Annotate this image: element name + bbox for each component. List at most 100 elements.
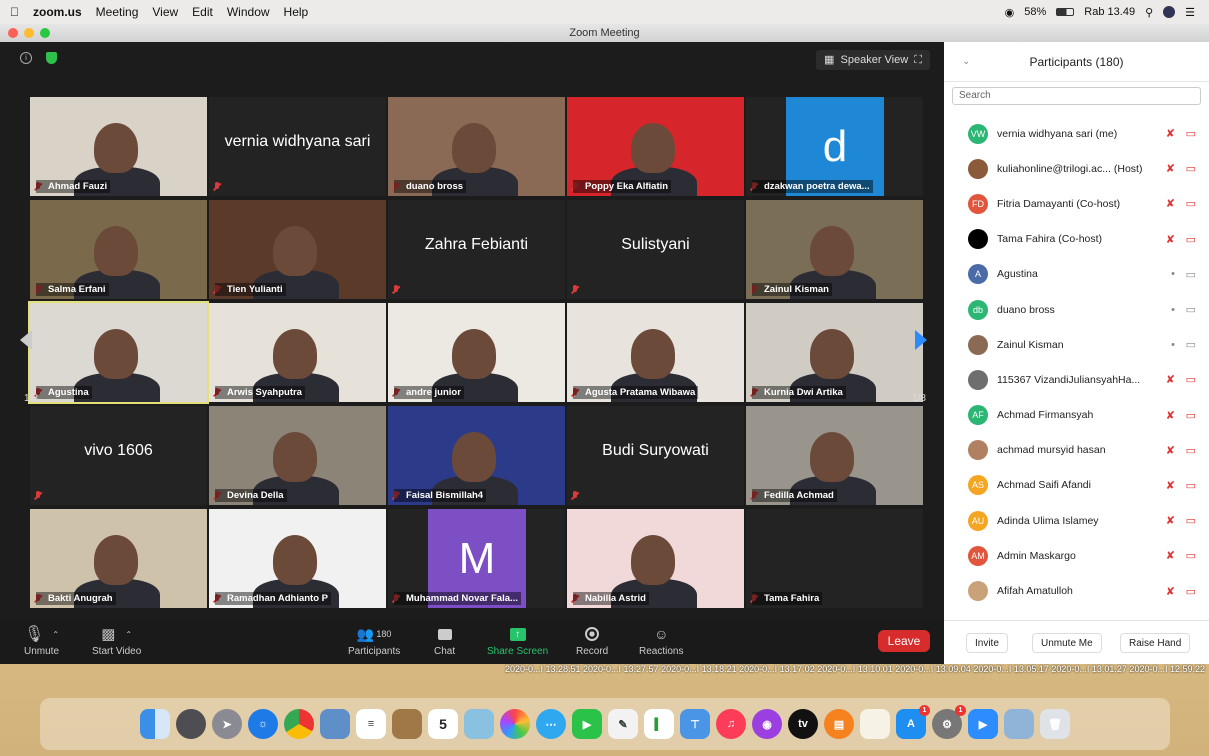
keynote-icon[interactable]: ⊤ bbox=[680, 709, 710, 739]
menu-help[interactable]: Help bbox=[284, 5, 309, 19]
finder-icon[interactable] bbox=[140, 709, 170, 739]
messages-icon[interactable]: ⋯ bbox=[536, 709, 566, 739]
video-tile[interactable]: andre junior bbox=[388, 303, 565, 402]
participant-row[interactable]: Zainul Kisman • ▭ bbox=[944, 327, 1209, 362]
video-tile[interactable]: Tama Fahira bbox=[746, 509, 923, 608]
video-tile[interactable]: vernia widhyana sari bbox=[209, 97, 386, 196]
video-tile[interactable]: Budi Suryowati bbox=[567, 406, 744, 505]
record-button[interactable]: Record bbox=[576, 624, 608, 657]
video-tile[interactable]: Devina Della bbox=[209, 406, 386, 505]
invite-button[interactable]: Invite bbox=[966, 633, 1008, 653]
video-tile[interactable]: Faisal Bismillah4 bbox=[388, 406, 565, 505]
zoom-window-button[interactable] bbox=[40, 28, 50, 38]
textedit-icon[interactable]: ✎ bbox=[608, 709, 638, 739]
video-tile[interactable]: duano bross bbox=[388, 97, 565, 196]
zoom-dock-icon[interactable]: ▶ bbox=[968, 709, 998, 739]
video-tile[interactable]: Fedilla Achmad bbox=[746, 406, 923, 505]
video-tile[interactable]: Poppy Eka Alfiatin bbox=[567, 97, 744, 196]
avatar: FD bbox=[968, 193, 988, 214]
participant-row[interactable]: AF Achmad Firmansyah ✘ ▭ bbox=[944, 398, 1209, 433]
menu-view[interactable]: View bbox=[152, 5, 178, 19]
meeting-info-icon[interactable]: i bbox=[20, 52, 32, 64]
chat-button[interactable]: Chat bbox=[434, 624, 455, 657]
participant-row[interactable]: 115367 VizandiJuliansyahHa... ✘ ▭ bbox=[944, 362, 1209, 397]
video-tile[interactable]: Tien Yulianti bbox=[209, 200, 386, 299]
video-tile[interactable]: Ramadhan Adhianto P bbox=[209, 509, 386, 608]
close-window-button[interactable] bbox=[8, 28, 18, 38]
podcasts-icon[interactable]: ◉ bbox=[752, 709, 782, 739]
app-store-icon[interactable]: A1 bbox=[896, 705, 930, 739]
preview-image-icon[interactable] bbox=[1004, 709, 1034, 739]
app-menu[interactable]: zoom.us bbox=[33, 5, 82, 19]
preview-icon[interactable] bbox=[320, 709, 350, 739]
video-tile[interactable]: vivo 1606 bbox=[30, 406, 207, 505]
participant-row[interactable]: AU Adinda Ulima Islamey ✘ ▭ bbox=[944, 503, 1209, 538]
video-tile[interactable]: Nabilla Astrid bbox=[567, 509, 744, 608]
video-tile[interactable]: Ahmad Fauzi bbox=[30, 97, 207, 196]
video-tile[interactable]: Salma Erfani bbox=[30, 200, 207, 299]
facetime-icon[interactable]: ▶ bbox=[572, 709, 602, 739]
video-tile[interactable]: Agustina bbox=[28, 301, 209, 404]
trash-icon[interactable]: 🗑 bbox=[1040, 709, 1070, 739]
numbers-icon[interactable]: ▍ bbox=[644, 709, 674, 739]
siri-dock-icon[interactable] bbox=[176, 709, 206, 739]
participants-button[interactable]: 👥 180 Participants bbox=[348, 624, 400, 658]
video-tile[interactable]: Sulistyani bbox=[567, 200, 744, 299]
video-tile[interactable]: Arwis Syahputra bbox=[209, 303, 386, 402]
image-capture-icon[interactable] bbox=[464, 709, 494, 739]
menu-window[interactable]: Window bbox=[227, 5, 270, 19]
launchpad-icon[interactable]: ➤ bbox=[212, 709, 242, 739]
video-tile[interactable]: M Muhammad Novar Fala... bbox=[388, 509, 565, 608]
safari-icon[interactable]: ☼ bbox=[248, 709, 278, 739]
minimize-window-button[interactable] bbox=[24, 28, 34, 38]
speaker-view-button[interactable]: ▦ Speaker View ⛶ bbox=[816, 50, 930, 70]
participant-row[interactable]: kuliahonline@trilogi.ac... (Host) ✘ ▭ bbox=[944, 151, 1209, 186]
calendar-icon[interactable]: 5 bbox=[428, 709, 458, 739]
books-icon[interactable]: ▤ bbox=[824, 709, 854, 739]
video-tile[interactable]: Zainul Kisman bbox=[746, 200, 923, 299]
notification-center-icon[interactable]: ☰ bbox=[1185, 6, 1195, 19]
video-tile[interactable]: Kurnia Dwi Artika bbox=[746, 303, 923, 402]
menu-edit[interactable]: Edit bbox=[192, 5, 213, 19]
raise-hand-button[interactable]: Raise Hand bbox=[1120, 633, 1191, 653]
participant-search-input[interactable]: Search bbox=[952, 87, 1201, 105]
participant-row[interactable]: A Agustina • ▭ bbox=[944, 257, 1209, 292]
stickies-icon[interactable] bbox=[860, 709, 890, 739]
leave-button[interactable]: Leave bbox=[878, 630, 930, 652]
participant-row[interactable]: Tama Fahira (Co-host) ✘ ▭ bbox=[944, 222, 1209, 257]
participant-row[interactable]: db duano bross • ▭ bbox=[944, 292, 1209, 327]
photos-icon[interactable] bbox=[500, 709, 530, 739]
participant-row[interactable]: FD Fitria Damayanti (Co-host) ✘ ▭ bbox=[944, 186, 1209, 221]
unmute-button[interactable]: 🎙 ⌃ Unmute bbox=[24, 624, 59, 657]
music-icon[interactable]: ♫ bbox=[716, 709, 746, 739]
chrome-icon[interactable] bbox=[284, 709, 314, 739]
next-page-arrow-icon[interactable] bbox=[915, 330, 927, 350]
participant-row[interactable]: AS Achmad Saifi Afandi ✘ ▭ bbox=[944, 468, 1209, 503]
apple-icon[interactable]:  bbox=[10, 5, 19, 19]
apple-tv-icon[interactable]: tv bbox=[788, 709, 818, 739]
video-tile[interactable]: Zahra Febianti bbox=[388, 200, 565, 299]
participant-row[interactable]: VW vernia widhyana sari (me) ✘ ▭ bbox=[944, 116, 1209, 151]
wifi-icon[interactable]: ◉ bbox=[1005, 6, 1015, 19]
previous-page-arrow-icon[interactable] bbox=[20, 330, 32, 350]
menu-meeting[interactable]: Meeting bbox=[96, 5, 139, 19]
participant-row[interactable]: AM Admin Maskargo ✘ ▭ bbox=[944, 538, 1209, 573]
video-tile[interactable]: d dzakwan poetra dewa... bbox=[746, 97, 923, 196]
start-video-button[interactable]: ▩ ⌃ Start Video bbox=[92, 624, 141, 657]
battery-icon[interactable] bbox=[1056, 8, 1075, 16]
siri-icon[interactable] bbox=[1163, 6, 1176, 18]
notes-icon[interactable] bbox=[392, 709, 422, 739]
reactions-button[interactable]: ☺ Reactions bbox=[639, 624, 683, 657]
collapse-chevron-icon[interactable]: ⌄ bbox=[962, 42, 970, 82]
video-tile[interactable]: Bakti Anugrah bbox=[30, 509, 207, 608]
participant-row[interactable]: achmad mursyid hasan ✘ ▭ bbox=[944, 433, 1209, 468]
system-preferences-icon[interactable]: ⚙ 1 bbox=[932, 705, 966, 739]
unmute-me-button[interactable]: Unmute Me bbox=[1032, 633, 1102, 653]
share-screen-button[interactable]: ↑ Share Screen bbox=[487, 624, 548, 657]
reminders-icon[interactable]: ≡ bbox=[356, 709, 386, 739]
video-tile[interactable]: Agusta Pratama Wibawa bbox=[567, 303, 744, 402]
clock[interactable]: Rab 13.49 bbox=[1084, 6, 1135, 18]
participant-row[interactable]: Afifah Amatulloh ✘ ▭ bbox=[944, 573, 1209, 608]
spotlight-search-icon[interactable]: ⚲ bbox=[1145, 6, 1153, 19]
encryption-shield-icon[interactable] bbox=[46, 52, 57, 64]
